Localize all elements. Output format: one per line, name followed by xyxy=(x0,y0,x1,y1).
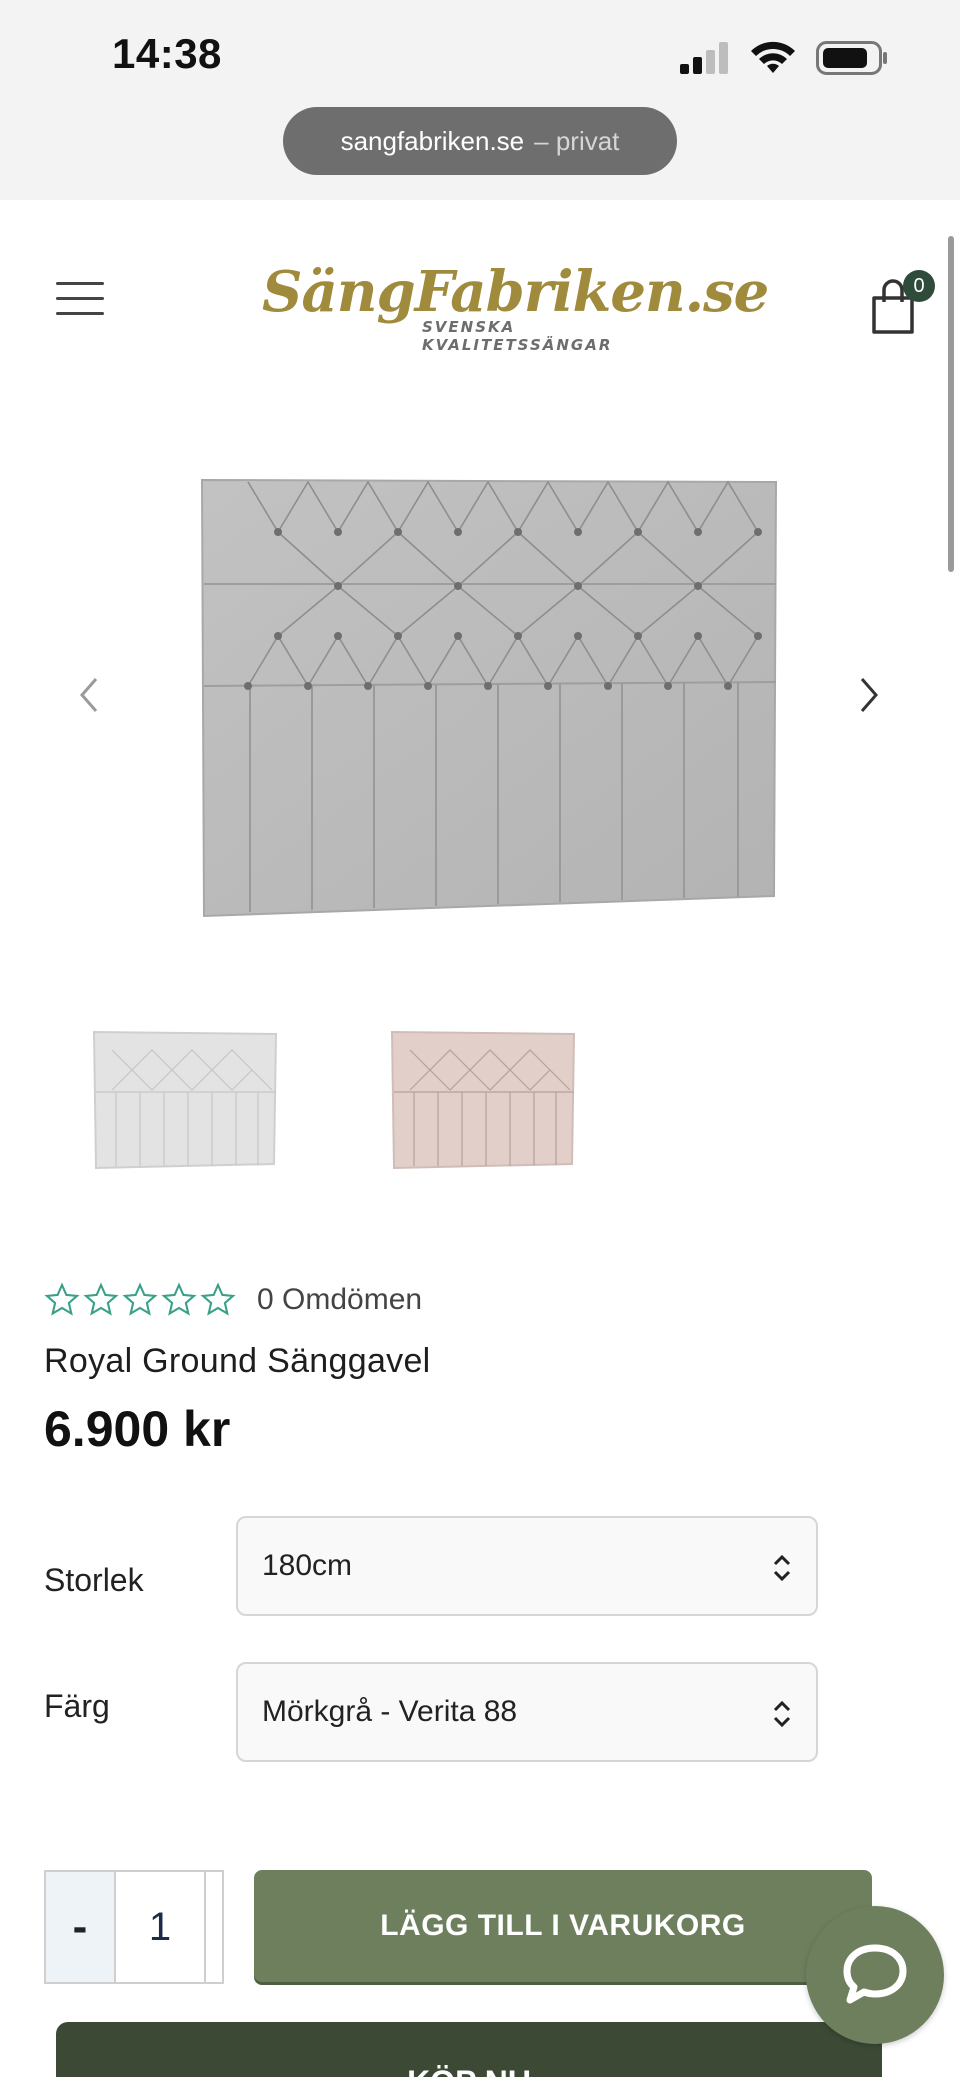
product-main-image[interactable] xyxy=(198,476,780,920)
add-to-cart-button[interactable]: LÄGG TILL I VARUKORG xyxy=(254,1870,872,1982)
url-bar[interactable]: sangfabriken.se – privat xyxy=(283,107,677,175)
color-label: Färg xyxy=(44,1688,110,1724)
star-icon xyxy=(83,1282,119,1316)
product-gallery xyxy=(0,440,960,940)
status-bar: 14:38 sangfabriken.se – privat xyxy=(0,0,960,200)
thumbnail-pink[interactable] xyxy=(390,1030,576,1170)
thumbnail-strip xyxy=(0,1010,960,1180)
product-title: Royal Ground Sänggavel xyxy=(44,1342,431,1380)
status-time: 14:38 xyxy=(112,30,222,77)
site-header: SängFabriken.se SVENSKA KVALITETSSÄNGAR xyxy=(0,232,960,372)
color-select[interactable]: Mörkgrå - Verita 88 xyxy=(236,1662,818,1762)
private-label: – privat xyxy=(534,125,620,156)
size-select-value: 180cm xyxy=(262,1549,353,1582)
star-icon xyxy=(44,1282,80,1316)
cellular-signal-icon xyxy=(680,42,728,74)
wifi-icon xyxy=(751,41,795,73)
rating-row[interactable]: 0 Omdömen xyxy=(44,1278,422,1322)
size-label: Storlek xyxy=(44,1562,144,1598)
url-text: sangfabriken.se xyxy=(340,125,525,156)
quantity-stepper: - 1 xyxy=(44,1870,224,1984)
star-icon xyxy=(161,1282,197,1316)
product-price: 6.900 kr xyxy=(44,1401,231,1457)
star-icon xyxy=(122,1282,158,1316)
buy-now-button[interactable]: KÖP NU xyxy=(56,2022,882,2077)
star-icon xyxy=(200,1282,236,1316)
chevron-left-icon[interactable] xyxy=(74,675,104,715)
cart-count-badge: 0 xyxy=(903,270,935,302)
select-arrows-icon xyxy=(773,1554,791,1582)
size-select[interactable]: 180cm xyxy=(236,1516,818,1616)
quantity-decrease-button[interactable]: - xyxy=(46,1872,114,1982)
color-select-value: Mörkgrå - Verita 88 xyxy=(262,1695,518,1728)
buy-now-label: KÖP NU xyxy=(407,2064,531,2077)
logo-wordmark: SängFabriken.se xyxy=(262,259,769,325)
logo[interactable]: SängFabriken.se SVENSKA KVALITETSSÄNGAR xyxy=(262,259,769,354)
logo-tagline: SVENSKA KVALITETSSÄNGAR xyxy=(422,318,613,354)
menu-button[interactable] xyxy=(56,282,104,322)
battery-icon xyxy=(816,41,887,75)
reviews-count[interactable]: 0 Omdömen xyxy=(257,1283,422,1317)
thumbnail-light-grey[interactable] xyxy=(92,1030,278,1170)
menu-icon xyxy=(56,282,104,315)
status-icons xyxy=(680,38,888,78)
chat-bubble-icon xyxy=(843,1944,907,2004)
chevron-right-icon[interactable] xyxy=(854,675,884,715)
select-arrows-icon xyxy=(773,1700,791,1728)
quantity-input[interactable]: 1 xyxy=(114,1872,206,1982)
chat-button[interactable] xyxy=(806,1906,944,2044)
